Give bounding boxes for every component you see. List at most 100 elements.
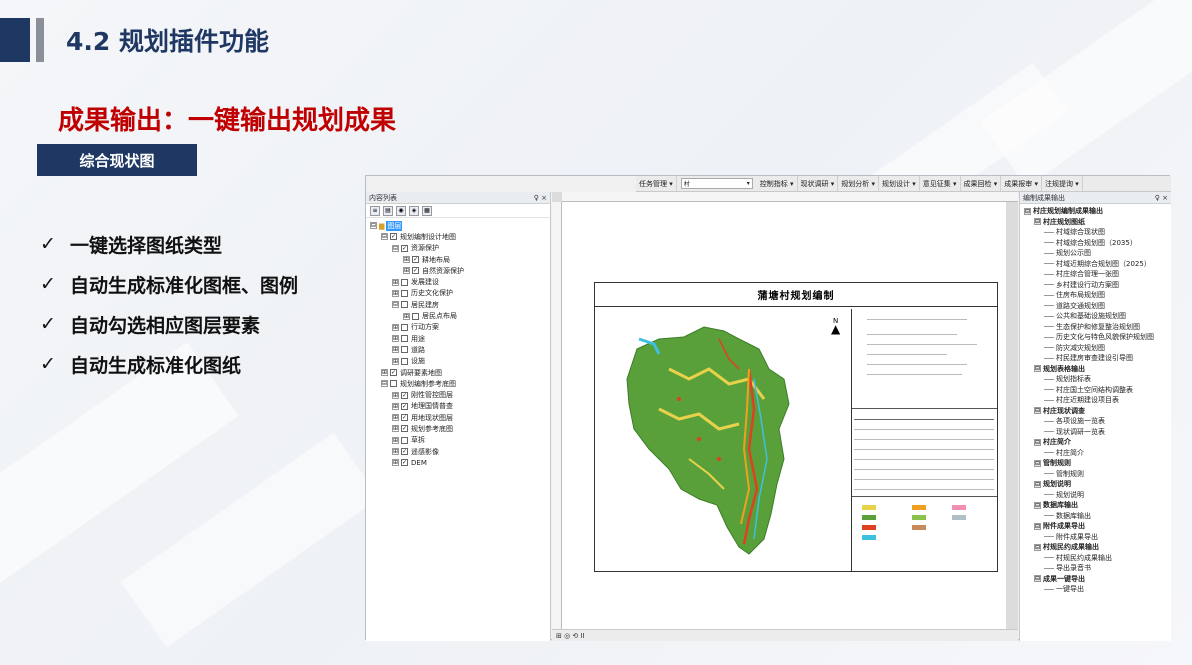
expand-toggle-icon[interactable]: ⊞ (403, 312, 410, 320)
expand-toggle-icon[interactable]: ⊞ (392, 357, 399, 365)
output-tree-item[interactable]: 导出录音书 (1020, 563, 1171, 574)
layer-node[interactable]: ⊞ ✓ DEM (366, 457, 550, 468)
layer-checkbox[interactable] (401, 346, 408, 354)
layer-checkbox[interactable] (412, 312, 419, 320)
layer-node[interactable]: ⊞ ✓ 耕地布局 (366, 254, 550, 265)
output-tree-item[interactable]: 现状调研一览表 (1020, 427, 1171, 438)
toc-pin-close-icon[interactable]: ♀ × (534, 194, 550, 202)
layer-checkbox[interactable]: ✓ (401, 402, 408, 410)
toolbar-item[interactable]: 注规提询 ▾ (1042, 176, 1083, 191)
layer-checkbox[interactable] (401, 335, 408, 343)
layer-checkbox[interactable]: ✓ (401, 459, 408, 467)
layer-node[interactable]: ⊞ ✓ 刚性管控图层 (366, 389, 550, 400)
output-panel-pin-close-icon[interactable]: ♀ × (1155, 194, 1171, 202)
layer-checkbox[interactable] (401, 436, 408, 444)
output-tree-item[interactable]: 管制规则 (1020, 469, 1171, 480)
output-tree-item[interactable]: ⊟ 村庄规划编制成果输出 (1020, 206, 1171, 217)
layer-checkbox[interactable]: ✓ (401, 425, 408, 433)
layer-checkbox[interactable]: ✓ (390, 369, 397, 376)
expand-toggle-icon[interactable]: ⊞ (392, 402, 399, 410)
output-tree-item[interactable]: 防灾减灾规划图 (1020, 343, 1171, 354)
expand-toggle-icon[interactable]: ⊞ (403, 267, 410, 275)
output-tree-item[interactable]: ⊟ 成果一键导出 (1020, 574, 1171, 585)
expand-toggle-icon[interactable]: ⊞ (392, 289, 399, 297)
layer-node[interactable]: ⊞ 行动方案 (366, 322, 550, 333)
layer-node[interactable]: ⊞ 发展建设 (366, 276, 550, 287)
list-by-drawing-order-icon[interactable]: ≡ (370, 205, 380, 216)
layer-checkbox[interactable] (401, 357, 408, 365)
toolbar-item-task[interactable]: 任务管理 ▾ (636, 176, 677, 191)
expand-toggle-icon[interactable]: ⊞ (392, 448, 399, 456)
expand-toggle-icon[interactable]: ⊟ (370, 222, 377, 230)
expand-toggle-icon[interactable]: ⊞ (381, 369, 388, 376)
output-tree-item[interactable]: 规划公示图 (1020, 248, 1171, 259)
expand-toggle-icon[interactable]: ⊞ (392, 323, 399, 331)
output-tree-item[interactable]: ⊟ 管制规则 (1020, 458, 1171, 469)
output-tree-item[interactable]: ⊟ 附件成果导出 (1020, 521, 1171, 532)
list-by-source-icon[interactable]: ▤ (383, 205, 393, 216)
output-tree-item[interactable]: 规划指标表 (1020, 374, 1171, 385)
layer-node[interactable]: ⊟ ✓ 资源保护 (366, 243, 550, 254)
output-tree-item[interactable]: 历史文化与特色风貌保护规划图 (1020, 332, 1171, 343)
output-tree-item[interactable]: ⊟ 村庄简介 (1020, 437, 1171, 448)
layer-checkbox[interactable]: ✓ (390, 233, 397, 241)
options-icon[interactable]: ▦ (422, 205, 432, 216)
toolbar-item[interactable]: 成果报审 ▾ (1001, 176, 1042, 191)
expand-toggle-icon[interactable]: ⊟ (1034, 459, 1041, 467)
layer-node[interactable]: ⊞ 草拆 (366, 435, 550, 446)
layer-node[interactable]: ⊞ ✓ 遥感影像 (366, 446, 550, 457)
toolbar-item[interactable]: 规划分析 ▾ (838, 176, 879, 191)
output-tree-item[interactable]: 村庄国土空间结构调整表 (1020, 385, 1171, 396)
expand-toggle-icon[interactable]: ⊟ (392, 301, 399, 309)
layer-node[interactable]: ⊞ ✓ 地理国情普查 (366, 401, 550, 412)
expand-toggle-icon[interactable]: ⊟ (381, 380, 388, 388)
village-map[interactable]: N ▲ (599, 309, 848, 566)
layer-checkbox[interactable] (401, 289, 408, 297)
expand-toggle-icon[interactable]: ⊟ (392, 244, 399, 252)
output-tree-item[interactable]: 数据库输出 (1020, 511, 1171, 522)
expand-toggle-icon[interactable]: ⊟ (1034, 543, 1041, 551)
expand-toggle-icon[interactable]: ⊟ (1034, 522, 1041, 530)
output-tree-item[interactable]: 附件成果导出 (1020, 532, 1171, 543)
toolbar-item[interactable]: 现状调研 ▾ (798, 176, 839, 191)
list-by-selection-icon[interactable]: ◈ (409, 205, 419, 216)
layer-node[interactable]: ⊞ ✓ 规划参考底图 (366, 423, 550, 434)
layer-node[interactable]: ⊞ 居民点布局 (366, 310, 550, 321)
list-by-visibility-icon[interactable]: ◉ (396, 205, 406, 216)
output-tree-item[interactable]: 生态保护和修复整治规划图 (1020, 322, 1171, 333)
expand-toggle-icon[interactable]: ⊞ (392, 391, 399, 399)
layer-node[interactable]: ⊟ 规划编制参考底图 (366, 378, 550, 389)
expand-toggle-icon[interactable]: ⊟ (1034, 365, 1041, 373)
layer-node[interactable]: ⊟ 居民建房 (366, 299, 550, 310)
layer-checkbox[interactable] (401, 301, 408, 309)
layer-node[interactable]: ⊞ ✓ 自然资源保护 (366, 265, 550, 276)
expand-toggle-icon[interactable]: ⊟ (1034, 407, 1041, 415)
layer-node[interactable]: ⊞ ✓ 调研要素地图 (366, 367, 550, 378)
output-tree-item[interactable]: ⊟ 村规民约成果输出 (1020, 542, 1171, 553)
toolbar-item[interactable]: 成果回检 ▾ (961, 176, 1002, 191)
expand-toggle-icon[interactable]: ⊞ (392, 414, 399, 422)
page-nav-controls[interactable]: ⊞ ◎ ⟲ II (556, 632, 585, 640)
output-tree-item[interactable]: 村庄近期建设项目表 (1020, 395, 1171, 406)
layer-node[interactable]: ⊞ 道路 (366, 344, 550, 355)
expand-toggle-icon[interactable]: ⊞ (403, 256, 410, 264)
layer-checkbox[interactable]: ✓ (401, 448, 408, 456)
output-tree-item[interactable]: ⊟ 村庄规划图纸 (1020, 217, 1171, 228)
output-tree-item[interactable]: 乡村建设行动方案图 (1020, 280, 1171, 291)
toolbar-item[interactable]: 意见征集 ▾ (920, 176, 961, 191)
output-tree-item[interactable]: ⊟ 数据库输出 (1020, 500, 1171, 511)
layer-node[interactable]: ⊞ 用途 (366, 333, 550, 344)
layout-view[interactable]: 蒲塘村规划编制 N ▲ ⊞ ◎ ⟲ II (552, 192, 1018, 641)
expand-toggle-icon[interactable]: ⊟ (1034, 218, 1041, 226)
layer-checkbox[interactable]: ✓ (412, 256, 419, 264)
toolbar-item[interactable]: 控制指标 ▾ (757, 176, 798, 191)
expand-toggle-icon[interactable]: ⊞ (392, 278, 399, 286)
layer-checkbox[interactable]: ✓ (401, 414, 408, 422)
expand-toggle-icon[interactable]: ⊞ (392, 425, 399, 433)
expand-toggle-icon[interactable]: ⊞ (392, 436, 399, 444)
expand-toggle-icon[interactable]: ⊞ (392, 459, 399, 467)
expand-toggle-icon[interactable]: ⊟ (1034, 575, 1041, 583)
expand-toggle-icon[interactable]: ⊟ (381, 233, 388, 241)
layer-checkbox[interactable] (390, 380, 397, 388)
layer-checkbox[interactable]: ✓ (401, 391, 408, 399)
